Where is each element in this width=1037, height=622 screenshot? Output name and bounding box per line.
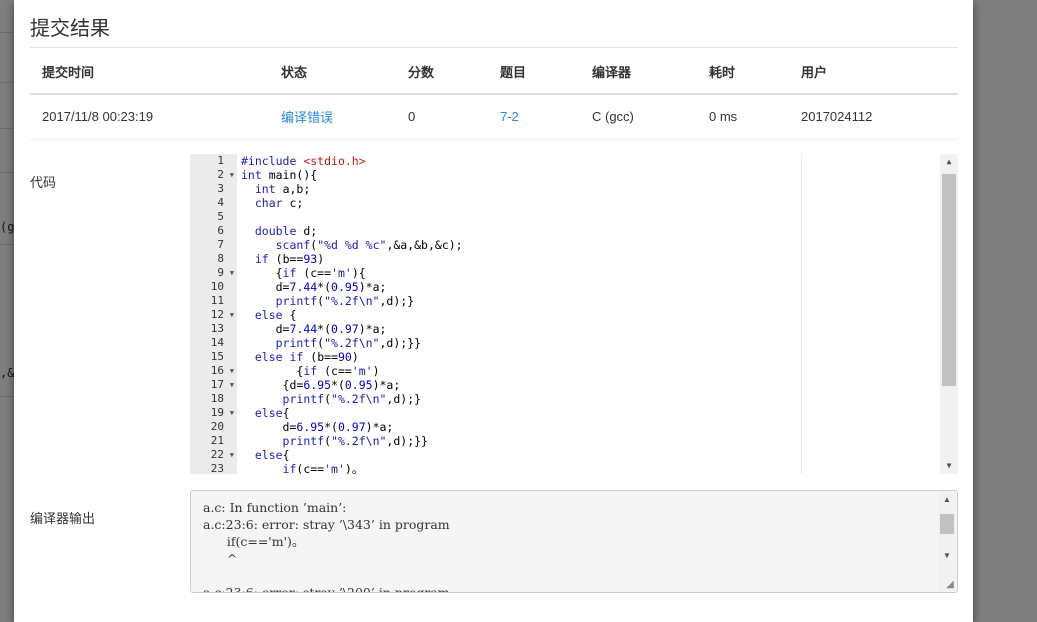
cell-status: 编译错误 — [269, 94, 396, 140]
table-header-row: 提交时间 状态 分数 题目 编译器 耗时 用户 — [30, 50, 958, 95]
scroll-down-icon[interactable]: ▼ — [940, 458, 958, 474]
line-number: 3 — [217, 182, 224, 195]
cell-submit-time: 2017/11/8 00:23:19 — [30, 94, 269, 140]
fold-toggle-icon[interactable]: ▼ — [230, 378, 234, 392]
cell-problem: 7-2 — [488, 94, 580, 140]
print-margin — [801, 154, 802, 474]
line-number: 12 ▼ — [210, 308, 234, 322]
code-line: #include <stdio.h> — [241, 154, 366, 168]
fold-toggle-icon[interactable]: ▼ — [230, 406, 234, 420]
line-number-gutter: 1 2 ▼ 3 4 5 6 7 8 9 ▼ 10 11 12 ▼ 13 14 15 16 ▼ 17 ▼ 18 19 ▼ 20 21 2… — [190, 154, 237, 474]
scroll-thumb[interactable] — [940, 514, 954, 534]
cell-user: 2017024112 — [789, 94, 958, 140]
line-number: 17 ▼ — [210, 378, 234, 392]
modal-title: 提交结果 — [30, 18, 110, 40]
code-line: int a,b; — [254, 182, 311, 196]
output-line: a.c:23:6: error: stray ’\200’ in program — [203, 585, 450, 593]
scroll-up-icon[interactable]: ▲ — [938, 492, 956, 508]
resize-handle-icon[interactable]: ◢ — [944, 579, 956, 591]
scroll-thumb[interactable] — [942, 174, 956, 386]
fold-toggle-icon[interactable]: ▼ — [230, 448, 234, 462]
output-line: a.c: In function ’main’: — [203, 500, 347, 515]
line-number: 11 — [210, 294, 224, 307]
header-divider — [30, 47, 958, 48]
code-line: if(c=='m')。 — [282, 462, 364, 474]
problem-link[interactable]: 7-2 — [500, 109, 519, 124]
fold-toggle-icon[interactable]: ▼ — [230, 364, 234, 378]
code-label: 代码 — [30, 175, 57, 190]
header-problem: 题目 — [488, 50, 580, 95]
line-number: 18 — [210, 392, 224, 405]
submission-result-modal: 提交结果 提交时间 状态 分数 题目 编译器 耗时 用户 2017/11/8 0… — [14, 0, 973, 622]
code-line: printf("%.2f\n",d);} — [282, 392, 422, 406]
code-line: int main(){ — [241, 168, 318, 182]
fold-toggle-icon[interactable]: ▼ — [230, 266, 234, 280]
line-number: 15 — [210, 350, 224, 363]
line-number: 16 ▼ — [210, 364, 234, 378]
line-number: 7 — [217, 238, 224, 251]
code-line: {d=6.95*(0.95)*a; — [241, 378, 401, 392]
code-line: {if (c=='m'){ — [241, 266, 366, 280]
code-line: if (b==93) — [254, 252, 325, 266]
code-line: d=6.95*(0.97)*a; — [241, 420, 394, 434]
code-line: printf("%.2f\n",d);}} — [275, 336, 422, 350]
result-table: 提交时间 状态 分数 题目 编译器 耗时 用户 2017/11/8 00:23:… — [30, 50, 958, 140]
line-number: 14 — [210, 336, 224, 349]
line-number: 9 ▼ — [217, 266, 234, 280]
scroll-up-icon[interactable]: ▲ — [940, 154, 958, 170]
code-line: else { — [254, 308, 297, 322]
code-line: d=7.44*(0.95)*a; — [241, 280, 387, 294]
output-line: a.c:23:6: error: stray ’\343’ in program — [203, 517, 450, 532]
header-score: 分数 — [396, 50, 488, 95]
fold-toggle-icon[interactable]: ▼ — [230, 308, 234, 322]
status-link[interactable]: 编译错误 — [281, 110, 333, 125]
line-number: 6 — [217, 224, 224, 237]
compiler-output-box[interactable]: a.c: In function ’main’: a.c:23:6: error:… — [190, 490, 958, 593]
header-submit-time: 提交时间 — [30, 50, 269, 95]
line-number: 23 — [210, 462, 224, 474]
line-number: 10 — [210, 280, 224, 293]
header-status: 状态 — [269, 50, 396, 95]
line-number: 21 — [210, 434, 224, 447]
code-editor[interactable]: 1 2 ▼ 3 4 5 6 7 8 9 ▼ 10 11 12 ▼ 13 14 15 16 ▼ 17 ▼ 18 19 ▼ 20 21 2… — [190, 154, 958, 474]
code-scrollbar[interactable]: ▲ ▼ — [940, 154, 958, 474]
header-user: 用户 — [789, 50, 958, 95]
scroll-down-icon[interactable]: ▼ — [938, 548, 956, 564]
code-line: scanf("%d %d %c",&a,&b,&c); — [275, 238, 463, 252]
code-line: else{ — [254, 448, 290, 462]
line-number: 13 — [210, 322, 224, 335]
header-compiler: 编译器 — [580, 50, 697, 95]
code-line: {if (c=='m') — [241, 364, 380, 378]
output-scrollbar[interactable]: ▲ ▼ — [938, 492, 956, 591]
compiler-output-label: 编译器输出 — [30, 511, 96, 526]
line-number: 2 ▼ — [217, 168, 234, 182]
table-row: 2017/11/8 00:23:19 编译错误 0 7-2 C (gcc) 0 … — [30, 94, 958, 140]
line-number: 5 — [217, 210, 224, 223]
code-line: printf("%.2f\n",d);}} — [282, 434, 428, 448]
line-number: 8 — [217, 252, 224, 265]
code-line: else if (b==90) — [254, 350, 359, 364]
cell-score: 0 — [396, 94, 488, 140]
code-line: char c; — [254, 196, 304, 210]
code-line: double d; — [254, 224, 318, 238]
line-number: 19 ▼ — [210, 406, 234, 420]
cell-duration: 0 ms — [697, 94, 789, 140]
code-line: d=7.44*(0.97)*a; — [241, 322, 387, 336]
line-number: 1 — [217, 154, 224, 167]
code-line: else{ — [254, 406, 290, 420]
output-line: ^ — [203, 551, 238, 566]
code-line: printf("%.2f\n",d);} — [275, 294, 415, 308]
fold-toggle-icon[interactable]: ▼ — [230, 168, 234, 182]
header-duration: 耗时 — [697, 50, 789, 95]
line-number: 4 — [217, 196, 224, 209]
line-number: 20 — [210, 420, 224, 433]
cell-compiler: C (gcc) — [580, 94, 697, 140]
output-line: if(c=='m')。 — [203, 534, 305, 549]
line-number: 22 ▼ — [210, 448, 234, 462]
